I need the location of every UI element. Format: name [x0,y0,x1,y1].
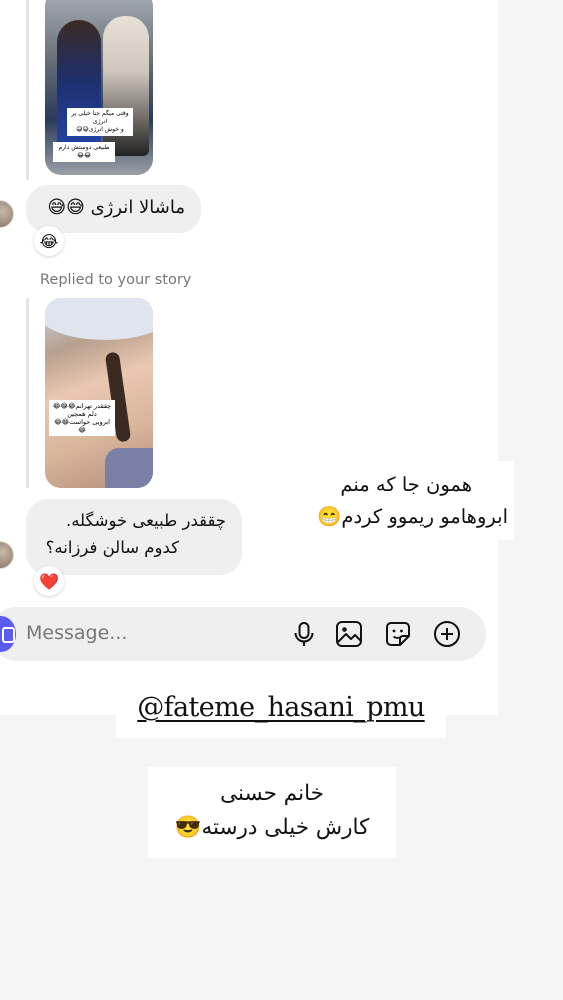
mention-link[interactable]: @fateme_hasani_pmu [116,692,446,723]
story-shirt [105,448,153,488]
story-caption-line: چققدر تهرانم😂😂😂 [52,402,112,410]
story-caption-line: و خوش انرژی😅😅 [76,126,124,133]
sticker-icon[interactable] [383,619,413,649]
story-caption-line: وقتی میگم جنا خیلی پر انرژی [71,110,129,125]
story-cap [45,298,153,340]
caption-box: خانم حسنی کارش خیلی درسته😎 [148,767,396,858]
image-icon[interactable] [334,619,364,649]
mention-box: @fateme_hasani_pmu [116,688,446,738]
story-caption-line: طبیعی دوستش دارم😂😂 [58,144,110,159]
reaction-badge[interactable]: 😂 [34,226,64,256]
story-thumbnail[interactable]: چققدر تهرانم😂😂😂 دلم همچین ابرویی خواست😂😂… [45,298,153,488]
heart-emoji-icon: ❤️ [39,571,59,591]
story-note-line: ابروهامو ریموو کردم😁 [317,505,508,528]
story-caption-line: ابرویی خواست😂😂😂 [54,418,110,434]
replied-to-story-label: Replied to your story [40,272,192,288]
caption-line: کارش خیلی درسته😎 [174,815,370,840]
message-text: چققدر طبیعی خوشگله. [65,511,226,530]
message-bubble[interactable]: چققدر طبیعی خوشگله. کدوم سالن فرزانه؟ [26,499,242,575]
laughing-emoji-icon: 😂 [39,231,59,251]
microphone-icon[interactable] [289,619,319,649]
caption-line: خانم حسنی [220,781,324,806]
story-note-box: همون جا که منم ابروهامو ریموو کردم😁 [284,461,514,540]
avatar[interactable] [0,200,14,228]
story-caption-line: دلم همچین [67,410,97,418]
add-icon[interactable] [432,619,462,649]
message-text: ماشالا انرژی 😅😅 [47,197,185,218]
reply-indicator-line [26,298,29,488]
story-note-line: همون جا که منم [340,473,472,496]
story-thumbnail[interactable]: وقتی میگم جنا خیلی پر انرژی و خوش انرژی😅… [45,0,153,175]
story-caption: وقتی میگم جنا خیلی پر انرژی و خوش انرژی😅… [67,108,133,136]
avatar[interactable] [0,541,14,569]
message-input[interactable]: Message... [26,622,127,644]
message-text: کدوم سالن فرزانه؟ [45,538,179,557]
chat-panel: وقتی میگم جنا خیلی پر انرژی و خوش انرژی😅… [0,0,498,715]
reaction-badge[interactable]: ❤️ [34,566,64,596]
story-caption: طبیعی دوستش دارم😂😂 [53,142,115,162]
reply-indicator-line [26,0,29,180]
story-caption: چققدر تهرانم😂😂😂 دلم همچین ابرویی خواست😂😂… [49,400,115,436]
